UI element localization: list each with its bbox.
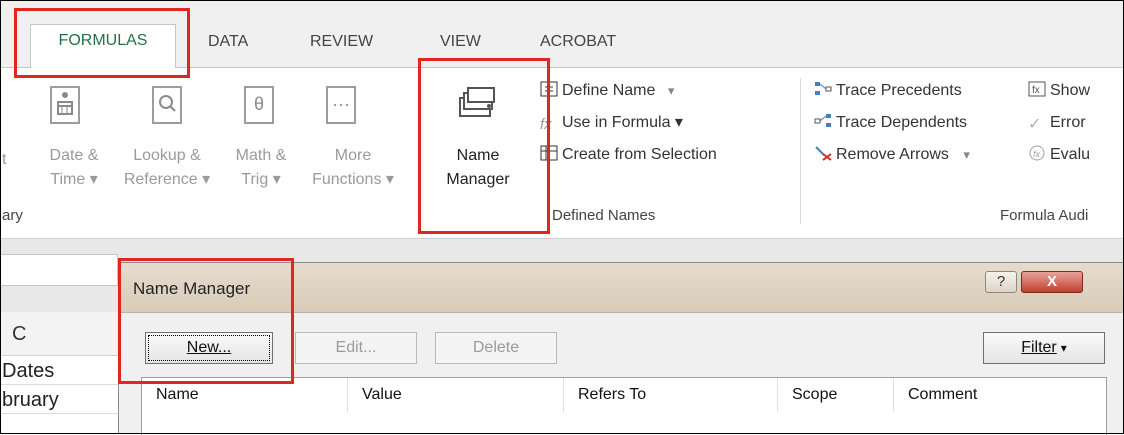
trace-precedents-icon xyxy=(814,81,832,97)
help-button[interactable]: ? xyxy=(985,271,1017,293)
evaluate-formula-label: Evalu xyxy=(1050,146,1091,163)
error-checking-label: Error xyxy=(1050,114,1086,131)
trace-dependents-icon xyxy=(814,113,832,129)
create-from-selection-button[interactable]: Create from Selection xyxy=(540,144,717,166)
filter-button-label: Filter xyxy=(1021,339,1057,356)
tab-data[interactable]: DATA xyxy=(204,28,252,68)
name-box[interactable] xyxy=(0,254,118,286)
new-button-label: New... xyxy=(186,339,232,356)
tab-formulas[interactable]: FORMULAS xyxy=(30,24,176,70)
define-name-button[interactable]: Define Name ▾ xyxy=(540,80,674,102)
error-checking-button[interactable]: ✓ Error xyxy=(1028,112,1086,134)
name-manager-icon xyxy=(456,80,500,124)
group-separator xyxy=(800,78,801,224)
column-header-comment[interactable]: Comment xyxy=(894,378,1106,412)
more-label-1: More xyxy=(334,147,372,164)
define-name-dropdown-arrow[interactable]: ▾ xyxy=(668,83,675,98)
names-list[interactable]: Name Value Refers To Scope Comment xyxy=(141,377,1107,435)
tab-acrobat[interactable]: ACROBAT xyxy=(536,28,620,68)
tab-view[interactable]: VIEW xyxy=(436,28,485,68)
lookup-label-2: Reference ▾ xyxy=(123,171,211,188)
create-from-selection-label: Create from Selection xyxy=(562,146,717,163)
remove-arrows-label: Remove Arrows xyxy=(836,146,949,163)
new-name-button[interactable]: New... xyxy=(145,332,273,364)
remove-arrows-button[interactable]: Remove Arrows ▾ xyxy=(814,144,970,166)
trace-dependents-label: Trace Dependents xyxy=(836,114,968,131)
lookup-label-1: Lookup & xyxy=(133,147,201,164)
cell[interactable]: bruary xyxy=(0,386,118,414)
name-manager-button[interactable]: Name Manager xyxy=(440,144,516,192)
math-label-2: Trig ▾ xyxy=(241,171,281,188)
lookup-icon xyxy=(152,86,182,124)
use-in-formula-label: Use in Formula ▾ xyxy=(562,114,683,131)
show-formulas-label: Show xyxy=(1050,82,1091,99)
show-formulas-button[interactable]: fx Show xyxy=(1028,80,1090,102)
trace-dependents-button[interactable]: Trace Dependents xyxy=(814,112,967,134)
svg-text:fx: fx xyxy=(1032,85,1040,96)
dialog-title: Name Manager xyxy=(133,279,251,298)
create-from-selection-icon xyxy=(540,145,558,161)
lookup-reference-button[interactable]: Lookup & Reference ▾ xyxy=(112,144,222,192)
trace-precedents-label: Trace Precedents xyxy=(836,82,962,99)
filter-dropdown-arrow: ▾ xyxy=(1060,341,1067,355)
more-label-2: Functions ▾ xyxy=(312,171,394,188)
more-functions-button[interactable]: More Functions ▾ xyxy=(304,144,402,192)
column-header-value[interactable]: Value xyxy=(348,378,564,412)
more-functions-icon: ··· xyxy=(326,86,356,124)
filter-button[interactable]: Filter ▾ xyxy=(983,332,1105,364)
trace-precedents-button[interactable]: Trace Precedents xyxy=(814,80,962,102)
ribbon-body: t Date & Time ▾ Lookup & Reference ▾ θ M… xyxy=(0,68,1124,238)
worksheet-fragment: C Dates bruary xyxy=(0,312,118,434)
cell[interactable]: Dates xyxy=(0,357,118,385)
column-header-refers-to[interactable]: Refers To xyxy=(564,378,778,412)
edit-name-button[interactable]: Edit... xyxy=(295,332,417,364)
calendar-icon xyxy=(50,86,80,124)
date-time-button[interactable]: Date & Time ▾ xyxy=(38,144,110,192)
delete-name-button[interactable]: Delete xyxy=(435,332,557,364)
name-manager-dialog: Name Manager ? X New... Edit... Delete F… xyxy=(118,262,1124,435)
close-button[interactable]: X xyxy=(1021,271,1083,293)
formula-auditing-group-label: Formula Audi xyxy=(1000,207,1089,224)
column-header-scope[interactable]: Scope xyxy=(778,378,894,412)
function-library-group-label: ary xyxy=(2,207,23,224)
define-name-label: Define Name xyxy=(562,82,656,99)
use-in-formula-button[interactable]: fx Use in Formula ▾ xyxy=(540,112,683,134)
error-checking-icon: ✓ xyxy=(1028,116,1042,133)
show-formulas-icon: fx xyxy=(1028,81,1046,97)
evaluate-formula-button[interactable]: fx Evalu xyxy=(1028,144,1090,166)
define-name-icon xyxy=(540,81,558,97)
svg-text:fx: fx xyxy=(1033,149,1041,159)
column-header-c[interactable]: C xyxy=(0,312,118,356)
column-header-name[interactable]: Name xyxy=(142,378,348,412)
math-label-1: Math & xyxy=(235,147,287,164)
group-separator xyxy=(418,78,419,224)
date-time-label-2: Time ▾ xyxy=(50,171,98,188)
function-fx-icon: fx xyxy=(540,116,552,133)
dialog-title-bar[interactable]: Name Manager ? X xyxy=(119,263,1123,313)
name-manager-label-1: Name xyxy=(456,147,500,164)
evaluate-formula-icon: fx xyxy=(1028,145,1046,161)
math-trig-button[interactable]: Math & Trig ▾ xyxy=(222,144,300,192)
remove-arrows-dropdown-arrow[interactable]: ▾ xyxy=(963,147,970,162)
name-manager-label-2: Manager xyxy=(446,171,510,188)
defined-names-group-label: Defined Names xyxy=(552,207,656,224)
remove-arrows-icon xyxy=(814,145,832,161)
partial-button-label: t xyxy=(2,151,7,168)
tab-review[interactable]: REVIEW xyxy=(306,28,377,68)
math-icon: θ xyxy=(244,86,274,124)
date-time-label-1: Date & xyxy=(49,147,99,164)
ribbon-tab-strip: FORMULAS DATA REVIEW VIEW ACROBAT xyxy=(0,0,1124,70)
